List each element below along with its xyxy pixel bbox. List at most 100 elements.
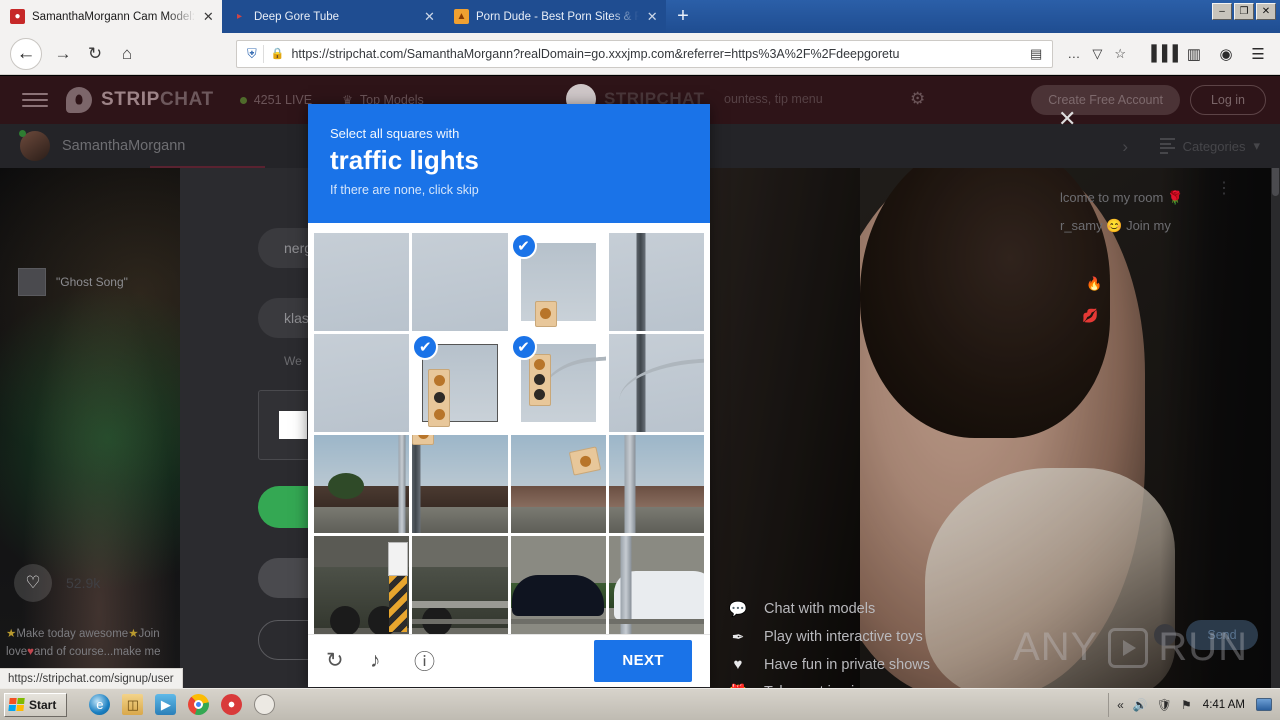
forward-button[interactable]: → — [48, 39, 78, 69]
carousel-next-icon[interactable]: › — [1122, 137, 1128, 157]
create-free-account-button[interactable]: Create Free Account — [1031, 85, 1180, 115]
bookmark-star-icon[interactable]: ☆ — [1108, 46, 1132, 62]
captcha-cell-3[interactable] — [608, 232, 704, 331]
padlock-icon[interactable]: 🔒 — [264, 47, 292, 60]
sidebar-icon[interactable]: ▥ — [1180, 40, 1208, 68]
captcha-header: Select all squares with traffic lights I… — [308, 104, 710, 223]
page-actions-icon[interactable]: … — [1061, 46, 1086, 61]
captcha-prompt-target: traffic lights — [330, 145, 479, 175]
perk-item-toys: ✒ Play with interactive toys — [728, 628, 965, 646]
pocket-icon[interactable]: ▽ — [1086, 46, 1108, 62]
traffic-light-icon — [428, 368, 451, 427]
close-icon[interactable]: ✕ — [1058, 108, 1076, 130]
heart-icon[interactable]: ♡ — [14, 564, 52, 602]
captcha-footer: ↻ ♪ ⓘ NEXT — [308, 633, 710, 687]
home-button[interactable]: ⌂ — [112, 39, 142, 69]
browser-tab-1-close-icon[interactable]: ✕ — [203, 9, 214, 25]
internet-explorer-icon[interactable]: e — [89, 694, 111, 715]
captcha-cell-11[interactable] — [608, 434, 704, 533]
browser-toolbar-right: ▐▐▐ ▥ ◉ ☰ — [1146, 40, 1272, 68]
back-button[interactable]: ← — [10, 37, 42, 70]
video-player[interactable]: "Ghost Song" ♡ 52.9k ★Make today awesome… — [0, 168, 180, 688]
signup-note: We — [284, 354, 302, 368]
stripchat-logo[interactable]: STRIPCHAT — [66, 87, 214, 113]
avatar[interactable] — [19, 130, 50, 161]
tray-expand-icon[interactable]: « — [1117, 698, 1124, 712]
bio-star-icon-2: ★ — [128, 628, 139, 641]
captcha-cell-6[interactable]: ✔ — [510, 333, 606, 432]
hamburger-menu-icon[interactable]: ☰ — [1244, 40, 1272, 68]
refresh-icon[interactable]: ↻ — [326, 648, 370, 673]
browser-tab-1-title: SamanthaMorgann Cam Model: Fr... — [32, 10, 196, 23]
chat-panel: ⋮ lcome to my room 🌹 r_samy 😊 Join my 🔥 … — [1060, 168, 1280, 688]
captcha-cell-4[interactable] — [314, 333, 410, 432]
model-name: SamanthaMorgann — [62, 138, 186, 154]
captcha-cell-1[interactable] — [412, 232, 508, 331]
sliders-icon[interactable]: ⚙ — [910, 89, 925, 109]
address-bar[interactable]: ⛨ 🔒 https://stripchat.com/SamanthaMorgan… — [236, 39, 1054, 68]
audio-challenge-icon[interactable]: ♪ — [370, 649, 414, 673]
security-shield-icon[interactable]: 🛡 — [1157, 698, 1172, 712]
chat-message-2: r_samy 😊 Join my — [1060, 218, 1171, 234]
log-in-button[interactable]: Log in — [1189, 85, 1266, 115]
browser-tab-3[interactable]: ▲ Porn Dude - Best Porn Sites & Free ✕ — [444, 0, 666, 33]
start-button[interactable]: Start — [4, 692, 68, 717]
volume-icon[interactable]: 🔊 — [1133, 698, 1148, 712]
song-title: "Ghost Song" — [56, 275, 128, 289]
captcha-cell-14[interactable] — [510, 535, 606, 634]
browser-tab-3-close-icon[interactable]: ✕ — [646, 9, 658, 25]
browser-tab-strip: ● SamanthaMorgann Cam Model: Fr... ✕ ▸ D… — [0, 0, 1280, 33]
live-count[interactable]: 4251 LIVE — [239, 93, 312, 107]
minimize-button[interactable]: – — [1212, 3, 1232, 20]
captcha-dialog: Select all squares with traffic lights I… — [308, 104, 710, 687]
captcha-grid: ✔ ✔ ✔ — [314, 232, 704, 634]
browser-tab-1[interactable]: ● SamanthaMorgann Cam Model: Fr... ✕ — [0, 0, 222, 33]
new-tab-button[interactable]: + — [666, 0, 700, 33]
windows-media-player-icon[interactable]: ▶ — [155, 694, 177, 715]
next-button[interactable]: NEXT — [594, 639, 692, 682]
kiss-emoji-icon: 💋 — [1082, 308, 1099, 323]
recaptcha-checkbox[interactable] — [279, 411, 307, 439]
captcha-cell-13[interactable] — [412, 535, 508, 634]
bio-text-1: Make today awesome — [16, 628, 129, 641]
anyrun-watermark: ANY RUN — [1013, 625, 1248, 670]
bio-text-2: Join — [138, 628, 160, 641]
browser-tab-2[interactable]: ▸ Deep Gore Tube ✕ — [222, 0, 444, 33]
captcha-cell-0[interactable] — [314, 232, 410, 331]
captcha-cell-10[interactable] — [510, 434, 606, 533]
browser-tab-2-close-icon[interactable]: ✕ — [423, 9, 436, 25]
opera-browser-icon[interactable] — [221, 694, 243, 715]
captcha-prompt-lead: Select all squares with — [330, 126, 460, 141]
tracking-shield-icon[interactable]: ⛨ — [241, 46, 263, 62]
restore-button[interactable]: ❐ — [1234, 3, 1254, 20]
library-icon[interactable]: ▐▐▐ — [1146, 40, 1178, 68]
reload-button[interactable]: ↻ — [80, 39, 110, 69]
system-clock[interactable]: 4:41 AM — [1203, 699, 1245, 711]
categories-dropdown[interactable]: Categories ▾ — [1159, 138, 1260, 154]
network-flag-icon[interactable]: ⚑ — [1181, 698, 1192, 712]
captcha-cell-7[interactable] — [608, 333, 704, 432]
captcha-cell-12[interactable] — [314, 535, 410, 634]
google-chrome-icon[interactable] — [188, 694, 210, 715]
chat-options-icon[interactable]: ⋮ — [1216, 180, 1232, 196]
file-explorer-icon[interactable]: ◫ — [122, 694, 144, 715]
captcha-cell-6-check-icon: ✔ — [510, 333, 537, 360]
model-bio: ★Make today awesome★Join love♥and of cou… — [6, 626, 180, 662]
captcha-cell-8[interactable] — [314, 434, 410, 533]
reader-view-icon[interactable]: ▤ — [1024, 46, 1048, 62]
like-widget: ♡ 52.9k — [14, 564, 100, 602]
captcha-cell-5[interactable]: ✔ — [412, 333, 508, 432]
close-window-button[interactable]: ✕ — [1256, 3, 1276, 20]
deepgoretube-favicon-icon: ▸ — [236, 10, 243, 22]
bio-text-4: and of course...make me — [33, 646, 161, 659]
hamburger-icon[interactable] — [22, 93, 48, 107]
captcha-cell-2[interactable]: ✔ — [510, 232, 606, 331]
captcha-cell-2-check-icon: ✔ — [510, 232, 537, 259]
chevron-down-icon: ▾ — [1253, 138, 1260, 153]
captcha-cell-15[interactable] — [608, 535, 704, 634]
captcha-cell-9[interactable] — [412, 434, 508, 533]
account-icon[interactable]: ◉ — [1212, 40, 1240, 68]
show-desktop-icon[interactable] — [1256, 698, 1272, 711]
mozilla-firefox-icon[interactable] — [254, 694, 276, 715]
info-icon[interactable]: ⓘ — [414, 646, 458, 676]
